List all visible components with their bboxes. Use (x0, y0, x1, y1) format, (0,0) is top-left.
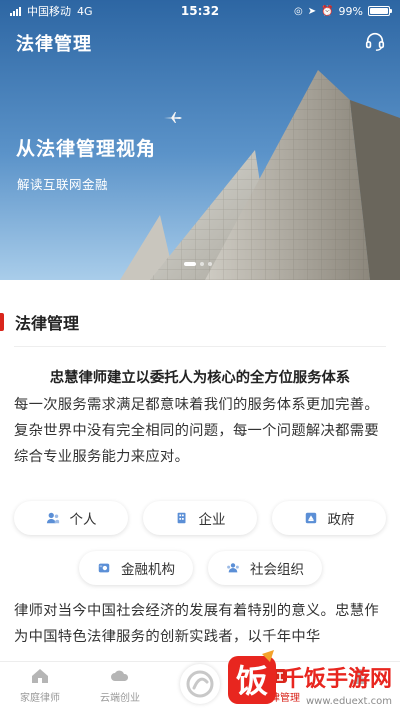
intro-paragraph: 每一次服务需求满足都意味着我们的服务体系更加完善。复杂世界中没有完全相同的问题，… (14, 397, 379, 465)
network-type: 4G (77, 4, 93, 18)
category-label: 社会组织 (250, 562, 304, 578)
group-icon (227, 563, 239, 573)
location-icon: ➤ (307, 5, 317, 17)
finance-icon (98, 563, 110, 573)
center-logo-button[interactable] (180, 664, 220, 704)
hero-banner[interactable]: 中国移动 4G 15:32 ◎ ➤ ⏰ 99% 法律管理 从法律管理视角 解读互… (0, 0, 400, 280)
lock-rotation-icon: ◎ (293, 5, 303, 17)
clock: 15:32 (180, 4, 220, 18)
watermark-logo: 饭 千饭手游网 www.eduext.com (228, 650, 392, 707)
tab-label: 云端创业 (100, 693, 140, 704)
body-paragraph: 律师对当今中国社会经济的发展有着特别的意义。忠慧作为中国特色法律服务的创新实践者… (14, 603, 379, 645)
alarm-icon: ⏰ (321, 5, 334, 17)
svg-text:www.eduext.com: www.eduext.com (306, 696, 392, 707)
lead-text: 忠慧律师建立以委托人为核心的全方位服务体系 (49, 370, 351, 386)
category-label: 个人 (69, 512, 97, 528)
category-finance-button[interactable]: 金融机构 (79, 551, 193, 585)
divider (14, 346, 386, 347)
battery-percent: 99% (338, 4, 363, 18)
category-enterprise-button[interactable]: 企业 (143, 501, 257, 535)
content-panel: 法律管理 忠慧律师建立以委托人为核心的全方位服务体系 每一次服务需求满足都意味着… (0, 280, 400, 661)
carousel-dot[interactable] (200, 262, 204, 266)
banner-title: 从法律管理视角 (16, 138, 157, 160)
svg-text:千饭手游网: 千饭手游网 (282, 666, 392, 692)
cloud-icon (111, 670, 129, 681)
carousel-indicator (184, 262, 212, 266)
category-social-org-button[interactable]: 社会组织 (208, 551, 322, 585)
building-icon (177, 512, 185, 524)
carousel-dot[interactable] (208, 262, 212, 266)
center-logo-icon (186, 670, 214, 698)
signal-icon (10, 6, 21, 16)
tab-family-lawyer[interactable]: 家庭律师 (0, 666, 80, 710)
category-personal-button[interactable]: 个人 (14, 501, 128, 535)
tab-cloud-startup[interactable]: 云端创业 (80, 666, 160, 710)
tab-label: 家庭律师 (20, 693, 60, 704)
carousel-dot[interactable] (184, 262, 196, 266)
category-government-button[interactable]: 政府 (272, 501, 386, 535)
svg-text:饭: 饭 (236, 662, 268, 700)
status-bar: 中国移动 4G 15:32 ◎ ➤ ⏰ 99% (0, 0, 400, 22)
carrier-name: 中国移动 (27, 5, 71, 18)
battery-icon (368, 6, 392, 16)
home-icon (32, 669, 48, 683)
banner-subtitle: 解读互联网金融 (17, 177, 109, 192)
page-title: 法律管理 (16, 34, 92, 55)
category-label: 企业 (198, 512, 226, 528)
person-icon (46, 512, 59, 524)
headset-icon[interactable] (364, 30, 386, 52)
category-label: 政府 (327, 512, 355, 528)
section-header: 法律管理 (0, 310, 79, 334)
section-accent-bar (0, 313, 4, 331)
category-label: 金融机构 (121, 562, 175, 578)
section-title: 法律管理 (15, 314, 80, 333)
government-icon (305, 512, 316, 524)
